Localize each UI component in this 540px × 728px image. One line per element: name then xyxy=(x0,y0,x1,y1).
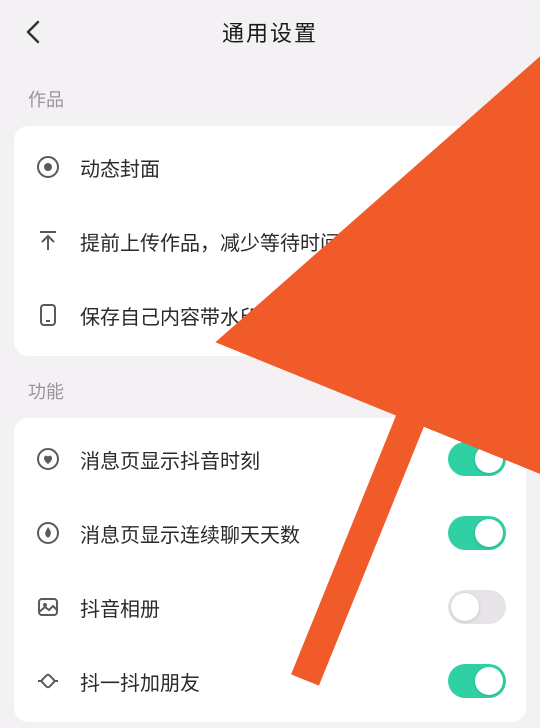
row-shake-friend[interactable]: 抖一抖加朋友 xyxy=(14,644,526,718)
chevron-left-icon xyxy=(24,18,42,46)
section-label-works: 作品 xyxy=(0,64,540,126)
toggle-chat-days[interactable] xyxy=(448,516,506,550)
image-icon xyxy=(34,593,62,621)
row-watermark[interactable]: 保存自己内容带水印 xyxy=(14,278,526,352)
toggle-shake-friend[interactable] xyxy=(448,664,506,698)
toggle-preupload[interactable] xyxy=(448,224,506,258)
target-icon xyxy=(34,153,62,181)
row-label: 抖一抖加朋友 xyxy=(80,667,430,696)
header: 通用设置 xyxy=(0,0,540,64)
toggle-dynamic-cover[interactable] xyxy=(448,150,506,184)
row-douyin-album[interactable]: 抖音相册 xyxy=(14,570,526,644)
row-preupload[interactable]: 提前上传作品，减少等待时间 xyxy=(14,204,526,278)
section-card-works: 动态封面 提前上传作品，减少等待时间 保存自己内容带水印 xyxy=(14,126,526,356)
toggle-douyin-album[interactable] xyxy=(448,590,506,624)
toggle-douyin-moments[interactable] xyxy=(448,442,506,476)
section-card-functions: 消息页显示抖音时刻 消息页显示连续聊天天数 抖音相册 xyxy=(14,418,526,722)
section-label-functions: 功能 xyxy=(0,356,540,418)
back-button[interactable] xyxy=(18,17,48,47)
row-chat-days[interactable]: 消息页显示连续聊天天数 xyxy=(14,496,526,570)
row-label: 提前上传作品，减少等待时间 xyxy=(80,227,430,256)
row-dynamic-cover[interactable]: 动态封面 xyxy=(14,130,526,204)
toggle-watermark[interactable] xyxy=(448,298,506,332)
row-label: 消息页显示连续聊天天数 xyxy=(80,519,430,548)
heart-circle-icon xyxy=(34,445,62,473)
page-title: 通用设置 xyxy=(222,16,318,48)
row-label: 动态封面 xyxy=(80,153,430,182)
phone-icon xyxy=(34,301,62,329)
row-label: 保存自己内容带水印 xyxy=(80,301,430,330)
row-label: 消息页显示抖音时刻 xyxy=(80,445,430,474)
shake-icon xyxy=(34,667,62,695)
row-label: 抖音相册 xyxy=(80,593,430,622)
flame-circle-icon xyxy=(34,519,62,547)
upload-icon xyxy=(34,227,62,255)
row-douyin-moments[interactable]: 消息页显示抖音时刻 xyxy=(14,422,526,496)
